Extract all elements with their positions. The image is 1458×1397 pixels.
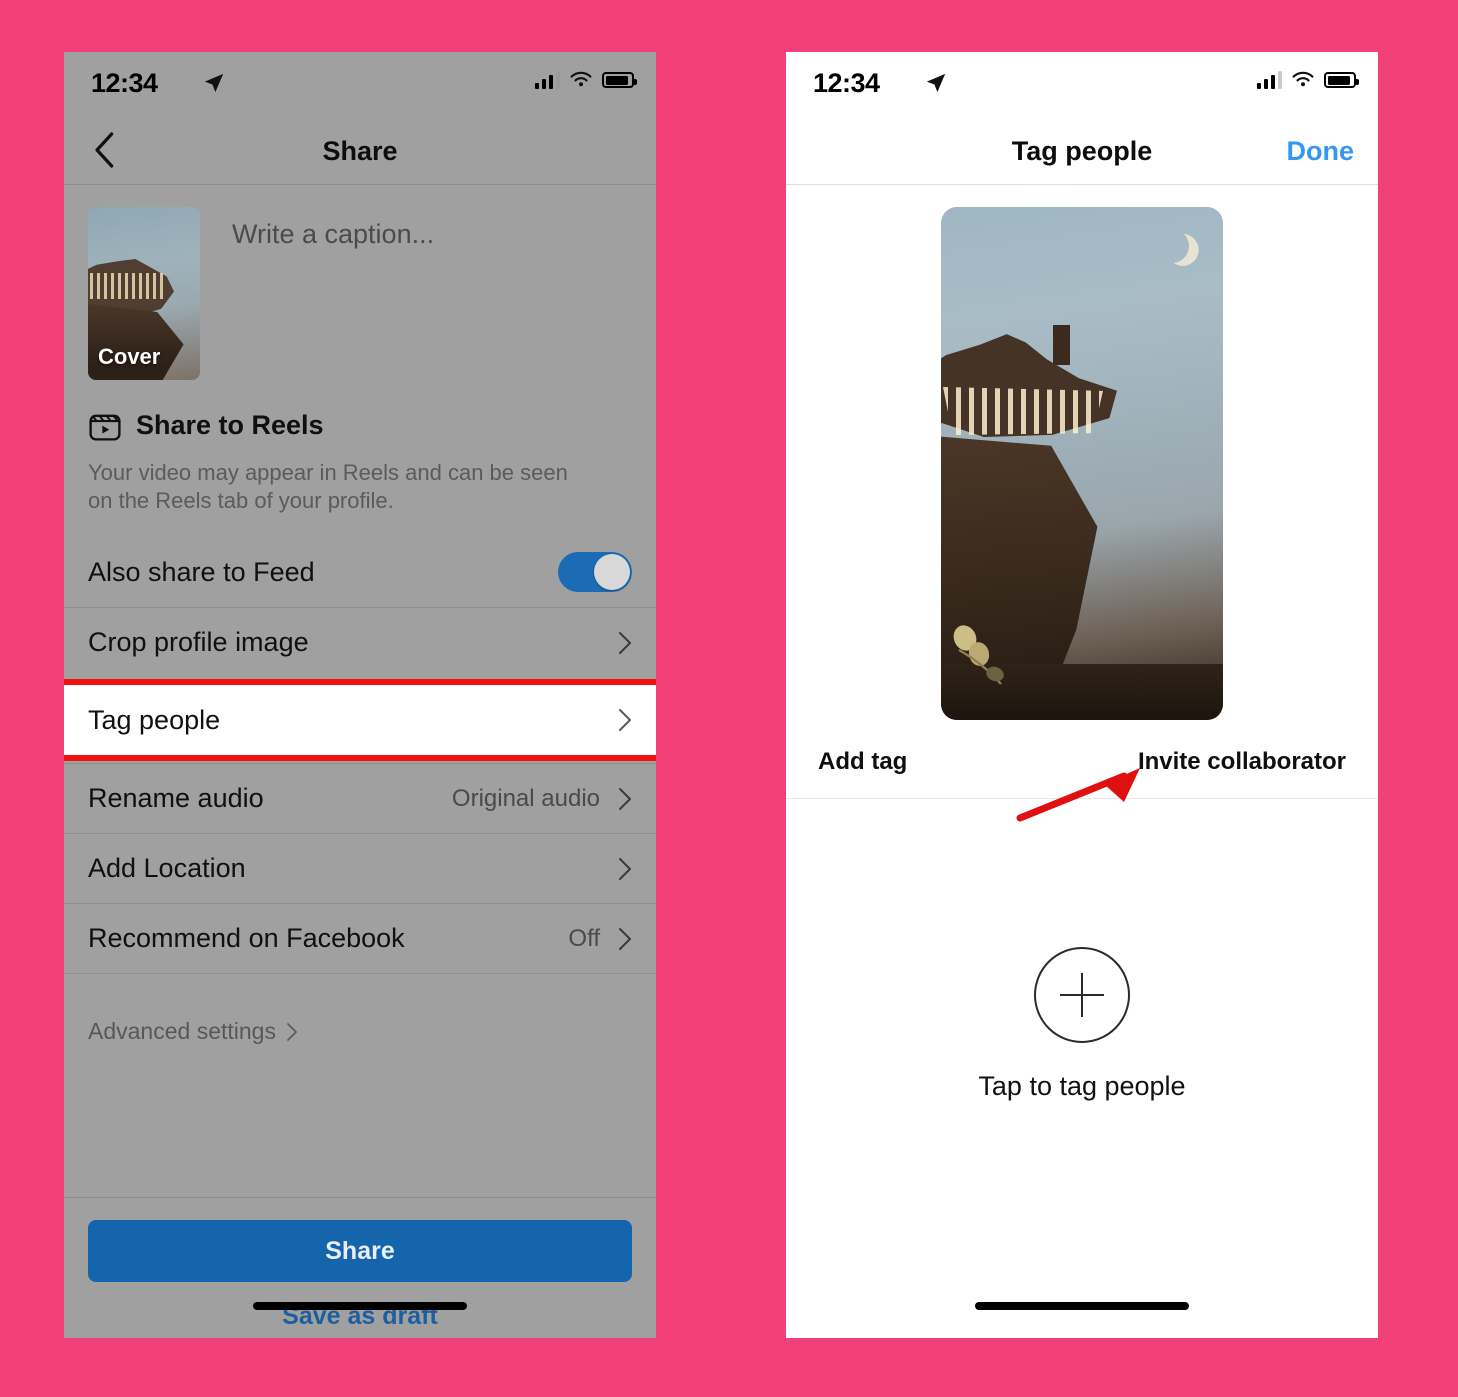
share-button[interactable]: Share bbox=[88, 1220, 632, 1283]
section-divider bbox=[786, 798, 1378, 799]
row-value: Off bbox=[568, 924, 600, 952]
media-preview[interactable] bbox=[941, 207, 1223, 720]
chevron-right-icon bbox=[619, 927, 631, 950]
plus-circle-icon[interactable] bbox=[1034, 947, 1130, 1043]
cover-label: Cover bbox=[98, 344, 161, 369]
tap-to-tag-label: Tap to tag people bbox=[978, 1071, 1186, 1101]
battery-full-icon bbox=[602, 72, 637, 88]
list-bottom-spacer bbox=[64, 1065, 656, 1197]
row-label: Rename audio bbox=[88, 783, 264, 814]
battery-full-icon bbox=[1324, 72, 1359, 88]
row-tag-people[interactable]: Tag people bbox=[64, 685, 656, 756]
chevron-right-icon bbox=[619, 787, 631, 810]
share-to-reels-title: Share to Reels bbox=[136, 409, 324, 440]
row-crop-profile-image[interactable]: Crop profile image bbox=[64, 607, 656, 677]
row-label: Recommend on Facebook bbox=[88, 923, 405, 954]
advanced-settings-link[interactable]: Advanced settings bbox=[64, 973, 656, 1065]
status-time: 12:34 bbox=[91, 68, 158, 98]
also-share-to-feed-toggle[interactable] bbox=[558, 552, 632, 593]
phone-screen-share: 12:34 Share Cover Write a caption... Sha… bbox=[64, 52, 656, 1338]
preview-chimney-shape bbox=[1053, 325, 1070, 365]
composer-row: Cover Write a caption... bbox=[64, 185, 656, 401]
row-rename-audio[interactable]: Rename audio Original audio bbox=[64, 763, 656, 833]
cellular-bars-icon bbox=[534, 71, 560, 89]
chevron-right-icon bbox=[287, 1022, 297, 1041]
tag-actions-bar: Add tag Invite collaborator bbox=[786, 720, 1378, 776]
nav-bar-left: Share bbox=[64, 118, 656, 185]
location-arrow-icon bbox=[926, 73, 946, 93]
nav-bar-right: Tag people Done bbox=[786, 118, 1378, 185]
add-tag-button[interactable]: Add tag bbox=[818, 748, 907, 776]
settings-list: Also share to Feed Crop profile image Ta… bbox=[64, 537, 656, 973]
home-indicator bbox=[253, 1302, 467, 1310]
status-bar-left: 12:34 bbox=[64, 52, 656, 118]
chevron-right-icon bbox=[619, 857, 631, 880]
cellular-bars-icon bbox=[1256, 71, 1282, 89]
preview-foliage-shape bbox=[953, 625, 1004, 685]
invite-collaborator-button[interactable]: Invite collaborator bbox=[1138, 748, 1346, 776]
page-title: Share bbox=[322, 136, 398, 166]
status-time: 12:34 bbox=[813, 68, 880, 98]
row-recommend-on-facebook[interactable]: Recommend on Facebook Off bbox=[64, 903, 656, 973]
home-indicator bbox=[975, 1302, 1189, 1310]
wifi-icon bbox=[570, 71, 592, 87]
row-value: Original audio bbox=[451, 784, 600, 812]
media-preview-wrap bbox=[786, 185, 1378, 720]
reels-clapperboard-icon bbox=[89, 414, 121, 441]
row-label: Tag people bbox=[88, 704, 221, 735]
row-also-share-to-feed[interactable]: Also share to Feed bbox=[64, 537, 656, 607]
share-footer: Share Save as draft bbox=[64, 1197, 656, 1331]
chevron-right-icon bbox=[619, 631, 631, 654]
tap-to-tag-empty-state[interactable]: Tap to tag people bbox=[786, 947, 1378, 1102]
preview-windows-shape bbox=[943, 387, 1103, 435]
done-button[interactable]: Done bbox=[1287, 136, 1355, 167]
phone-screen-tag-people: 12:34 Tag people Done Add tag Invite col… bbox=[786, 52, 1378, 1338]
crescent-moon-icon bbox=[1151, 225, 1194, 268]
row-label: Crop profile image bbox=[88, 627, 309, 658]
share-to-reels-header: Share to Reels bbox=[64, 401, 656, 449]
location-arrow-icon bbox=[204, 73, 224, 93]
share-to-reels-description: Your video may appear in Reels and can b… bbox=[88, 460, 568, 514]
cover-thumbnail[interactable]: Cover bbox=[88, 207, 200, 380]
status-indicators bbox=[534, 71, 637, 89]
chevron-right-icon bbox=[619, 709, 631, 732]
toggle-knob bbox=[594, 554, 630, 591]
screenshot-stage: 12:34 Share Cover Write a caption... Sha… bbox=[0, 0, 1458, 1397]
row-label: Also share to Feed bbox=[88, 556, 315, 587]
row-add-location[interactable]: Add Location bbox=[64, 833, 656, 903]
cover-windows-shape bbox=[90, 273, 166, 299]
advanced-settings-label: Advanced settings bbox=[88, 1018, 276, 1045]
wifi-icon bbox=[1292, 71, 1314, 87]
status-bar-right: 12:34 bbox=[786, 52, 1378, 118]
caption-input[interactable]: Write a caption... bbox=[232, 219, 434, 401]
row-label: Add Location bbox=[88, 853, 246, 884]
status-indicators bbox=[1256, 71, 1359, 89]
